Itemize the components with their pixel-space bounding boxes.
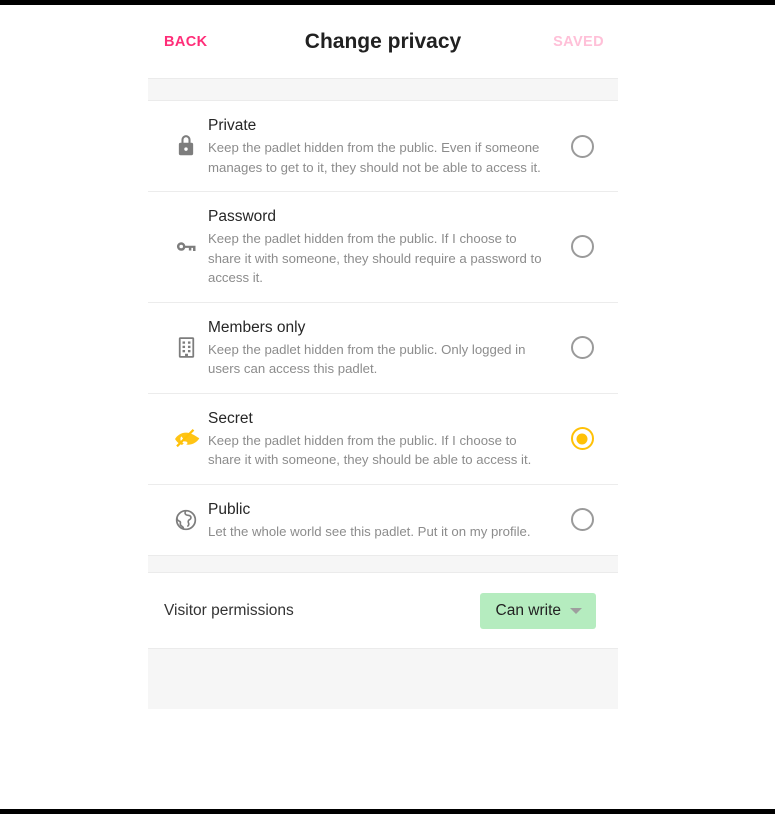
saved-button[interactable]: SAVED (553, 34, 604, 50)
radio-public[interactable] (570, 508, 594, 532)
key-icon (164, 233, 208, 260)
privacy-settings-panel: BACK Change privacy SAVED Private Keep t… (148, 5, 618, 809)
privacy-option-secret[interactable]: Secret Keep the padlet hidden from the p… (148, 394, 618, 485)
letterbox-bottom (0, 809, 775, 814)
lock-icon (164, 133, 208, 159)
page-header: BACK Change privacy SAVED (148, 5, 618, 78)
globe-icon (164, 507, 208, 533)
radio-members-only[interactable] (570, 336, 594, 359)
back-button[interactable]: BACK (164, 34, 208, 50)
option-title: Members only (208, 318, 306, 336)
option-description: Let the whole world see this padlet. Put… (208, 523, 531, 539)
option-description: Keep the padlet hidden from the public. … (208, 341, 526, 377)
option-description: Keep the padlet hidden from the public. … (208, 140, 541, 175)
option-title: Public (208, 500, 251, 518)
option-title: Private (208, 117, 257, 134)
visitor-permissions-dropdown[interactable]: Can write (479, 592, 596, 629)
privacy-option-private[interactable]: Private Keep the padlet hidden from the … (148, 101, 618, 192)
option-title: Secret (208, 409, 253, 427)
option-title: Password (208, 208, 277, 225)
radio-wrapper[interactable] (560, 235, 604, 259)
eye-off-icon (164, 425, 208, 453)
option-text: Password Keep the padlet hidden from the… (208, 206, 560, 288)
section-spacer-top (148, 78, 618, 101)
privacy-option-members-only[interactable]: Members only Keep the padlet hidden from… (148, 303, 618, 394)
radio-wrapper[interactable] (560, 508, 604, 532)
option-text: Members only Keep the padlet hidden from… (208, 317, 560, 379)
visitor-permissions-row: Visitor permissions Can write (148, 573, 618, 648)
radio-password[interactable] (570, 235, 594, 259)
section-spacer-bottom (148, 648, 618, 709)
building-icon (164, 335, 208, 360)
option-description: Keep the padlet hidden from the public. … (208, 231, 542, 285)
privacy-option-password[interactable]: Password Keep the padlet hidden from the… (148, 192, 618, 303)
option-text: Secret Keep the padlet hidden from the p… (208, 408, 560, 470)
option-text: Public Let the whole world see this padl… (208, 499, 560, 542)
privacy-option-public[interactable]: Public Let the whole world see this padl… (148, 485, 618, 556)
page-title: Change privacy (304, 29, 462, 53)
radio-wrapper[interactable] (560, 134, 604, 158)
screen: BACK Change privacy SAVED Private Keep t… (0, 0, 775, 814)
radio-private[interactable] (570, 134, 594, 158)
visitor-permissions-label: Visitor permissions (164, 601, 294, 619)
privacy-options-list: Private Keep the padlet hidden from the … (148, 101, 618, 555)
option-text: Private Keep the padlet hidden from the … (208, 115, 560, 177)
radio-wrapper[interactable] (560, 336, 604, 359)
visitor-permissions-value: Can write (495, 601, 561, 619)
radio-wrapper[interactable] (560, 427, 604, 450)
radio-secret[interactable] (570, 427, 594, 450)
option-description: Keep the padlet hidden from the public. … (208, 432, 532, 468)
section-spacer-middle (148, 555, 618, 573)
chevron-down-icon (570, 607, 582, 614)
